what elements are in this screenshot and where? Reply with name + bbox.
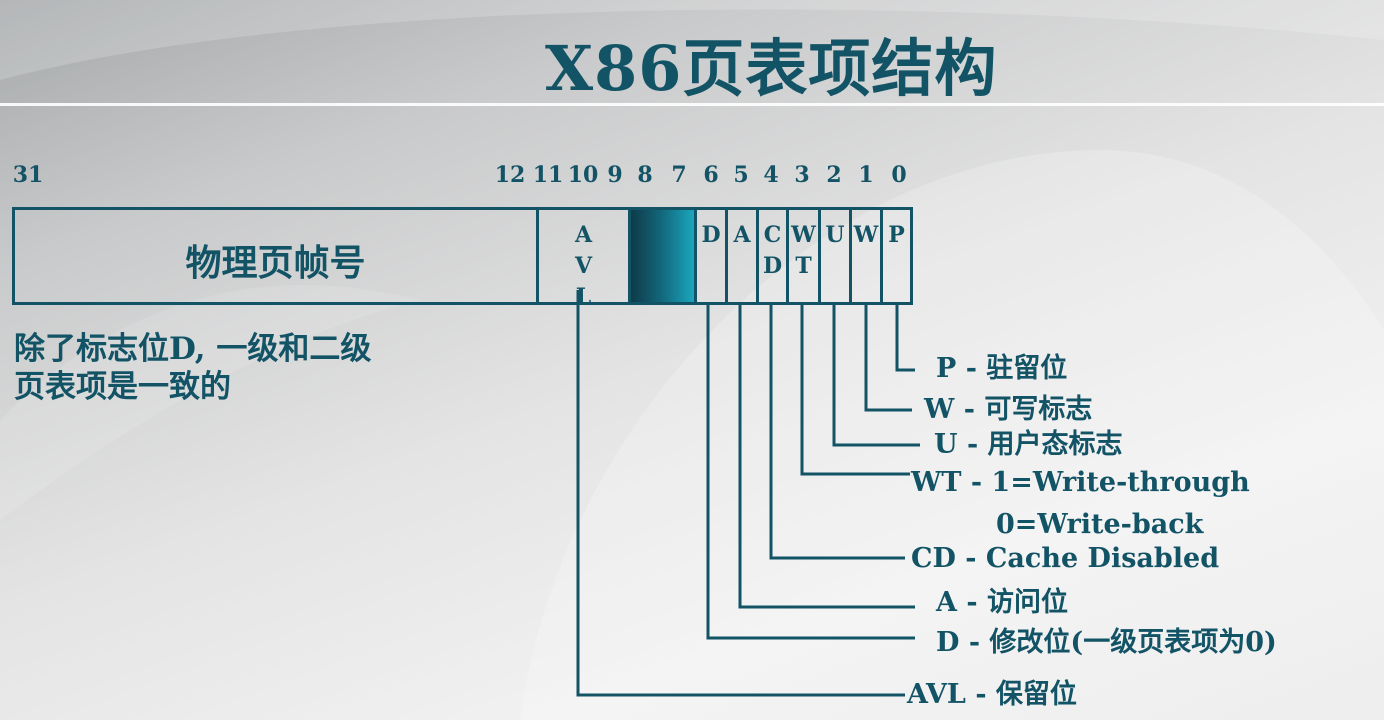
legend-d: D - 修改位(一级页表项为0) [936,627,1277,658]
cd-leader-line [769,305,905,560]
legend-wt: WT - 1=Write-through [911,467,1250,498]
wt-leader-line [800,305,910,476]
legend-a: A - 访问位 [936,587,1068,618]
u-leader-line [832,305,920,447]
legend-w: W - 可写标志 [924,394,1093,425]
p-leader-line [895,305,915,372]
leader-lines [576,290,920,697]
w-leader-line [864,305,912,412]
a-leader-line [738,305,915,609]
legend-p: P - 驻留位 [936,353,1068,384]
legend-u: U - 用户态标志 [934,429,1123,460]
legend-wt-back: 0=Write-back [996,509,1204,540]
legend-cd: CD - Cache Disabled [911,543,1220,574]
legend-avl: AVL - 保留位 [907,679,1077,710]
